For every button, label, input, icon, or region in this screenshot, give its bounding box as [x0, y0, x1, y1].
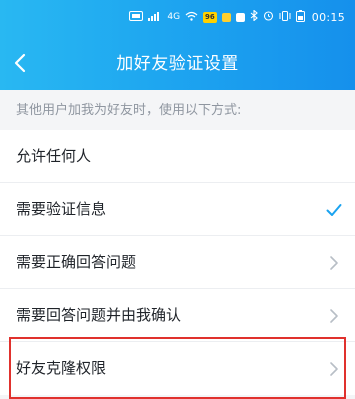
check-icon — [326, 204, 342, 216]
status-time: 00:15 — [311, 10, 345, 24]
app-header: 4G 96 00:15 加好友验证设置 — [0, 0, 355, 90]
chevron-right-icon — [330, 256, 338, 270]
status-bar: 4G 96 00:15 — [129, 8, 345, 26]
notification-icon — [221, 12, 231, 22]
page-title: 加好友验证设置 — [116, 54, 239, 74]
vibrate-icon — [279, 10, 291, 24]
app-badge-icon: 96 — [203, 11, 217, 23]
nav-bar: 加好友验证设置 — [0, 46, 355, 82]
signal-icon — [148, 11, 162, 24]
alarm-icon — [263, 10, 274, 24]
signal-text: 4G — [167, 12, 181, 22]
battery-icon — [295, 9, 305, 25]
option-answer-question[interactable]: 需要正确回答问题 — [0, 236, 355, 289]
section-hint: 其他用户加我为好友时，使用以下方式: — [16, 103, 242, 118]
wifi-icon — [185, 11, 198, 24]
option-label: 需要回答问题并由我确认 — [16, 306, 182, 324]
option-label: 允许任何人 — [16, 147, 92, 165]
option-require-verification[interactable]: 需要验证信息 — [0, 183, 355, 236]
option-friend-clone-permission[interactable]: 好友克隆权限 — [0, 342, 355, 395]
option-label: 需要验证信息 — [16, 200, 107, 218]
message-icon — [235, 12, 245, 22]
bluetooth-icon — [250, 9, 258, 24]
sim-icon — [129, 10, 144, 24]
chevron-right-icon — [330, 362, 338, 376]
option-answer-and-confirm[interactable]: 需要回答问题并由我确认 — [0, 289, 355, 342]
option-allow-anyone[interactable]: 允许任何人 — [0, 130, 355, 183]
option-label: 需要正确回答问题 — [16, 253, 137, 271]
chevron-right-icon — [330, 309, 338, 323]
option-label: 好友克隆权限 — [16, 359, 107, 377]
option-list: 允许任何人 需要验证信息 需要正确回答问题 需要回答问题并由我确认 好友克隆权限 — [0, 130, 355, 395]
